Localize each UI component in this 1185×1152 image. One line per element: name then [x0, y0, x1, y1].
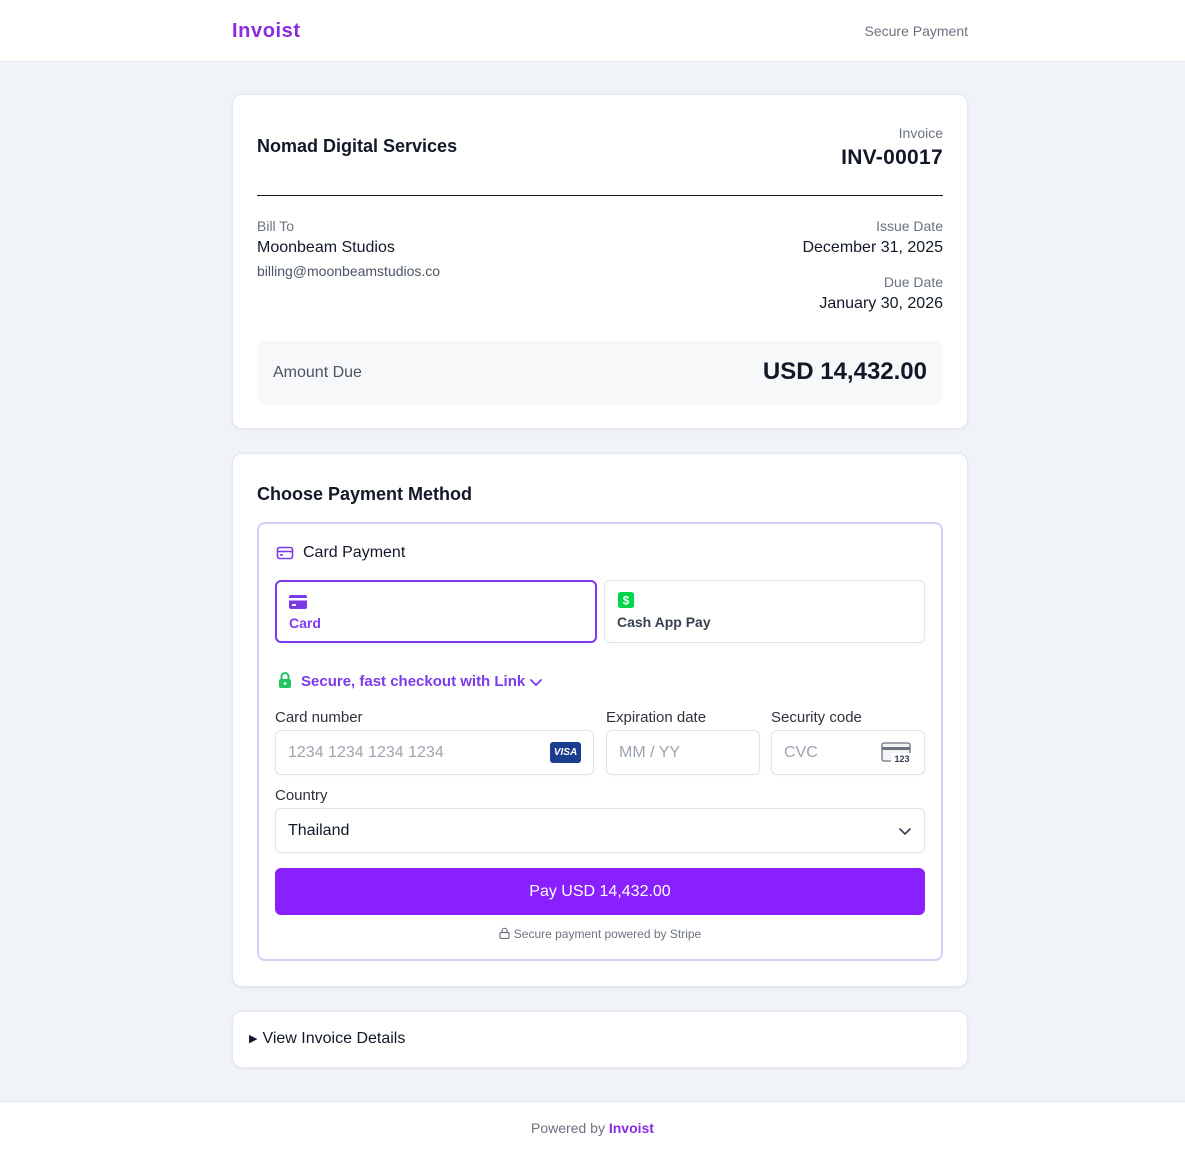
stripe-note: Secure payment powered by Stripe [259, 927, 941, 941]
credit-card-icon [276, 546, 294, 560]
view-invoice-details-label: View Invoice Details [262, 1030, 406, 1047]
footer-prefix: Powered by [531, 1120, 605, 1136]
card-payment-panel: Card Payment Card $ Cash App Pay Secure,… [257, 522, 943, 961]
card-icon [289, 595, 307, 609]
tab-card[interactable]: Card [275, 580, 597, 643]
tab-cash-app-pay[interactable]: $ Cash App Pay [604, 580, 925, 643]
invoice-summary-card: Nomad Digital Services Invoice INV-00017… [232, 94, 968, 429]
visa-icon: VISA [550, 742, 581, 763]
payment-method-card: Choose Payment Method Card Payment Card … [232, 453, 968, 987]
expiration-input[interactable]: MM / YY [606, 730, 760, 775]
security-code-input[interactable]: CVC 123 [771, 730, 925, 775]
card-payment-title: Card Payment [303, 544, 406, 561]
expiration-placeholder: MM / YY [619, 744, 681, 761]
country-value: Thailand [288, 822, 350, 839]
invoice-number: INV-00017 [841, 146, 943, 169]
amount-due-label: Amount Due [273, 364, 362, 381]
footer-text: Powered by Invoist [0, 1120, 1185, 1136]
invoice-details-card[interactable]: ▶ View Invoice Details [232, 1011, 968, 1068]
stripe-note-text: Secure payment powered by Stripe [513, 927, 702, 941]
amount-due-value: USD 14,432.00 [762, 358, 927, 385]
secure-payment-label: Secure Payment [864, 23, 969, 39]
country-select[interactable]: Thailand [275, 808, 925, 853]
header-divider [257, 195, 943, 196]
chevron-down-icon [899, 828, 911, 835]
company-name: Nomad Digital Services [257, 136, 458, 156]
top-bar: Invoist Secure Payment [0, 0, 1185, 62]
cvc-icon-text: 123 [894, 754, 909, 764]
issue-date-label: Issue Date [876, 218, 943, 234]
tab-card-label: Card [289, 615, 321, 631]
cvc-card-icon: 123 [881, 742, 912, 764]
payment-method-title: Choose Payment Method [257, 484, 473, 504]
bill-to-email: billing@moonbeamstudios.co [257, 263, 441, 279]
tab-cash-app-label: Cash App Pay [617, 614, 711, 630]
svg-text:$: $ [623, 595, 630, 607]
view-invoice-details-toggle[interactable]: ▶ View Invoice Details [249, 1030, 405, 1048]
bill-to-label: Bill To [257, 218, 295, 234]
brand-logo[interactable]: Invoist [232, 20, 301, 43]
chevron-down-icon [530, 679, 542, 686]
pay-button[interactable]: Pay USD 14,432.00 [275, 868, 925, 915]
lock-icon [279, 672, 291, 688]
due-date: January 30, 2026 [819, 295, 943, 312]
card-number-placeholder: 1234 1234 1234 1234 [288, 744, 444, 761]
cash-app-icon: $ [618, 592, 634, 608]
expiration-label: Expiration date [606, 709, 707, 726]
link-checkout-text: Secure, fast checkout with Link [301, 673, 526, 690]
footer-brand-link[interactable]: Invoist [609, 1120, 654, 1136]
bill-to-name: Moonbeam Studios [257, 239, 395, 256]
footer: Powered by Invoist [0, 1101, 1185, 1152]
due-date-label: Due Date [883, 274, 943, 290]
invoice-label: Invoice [898, 125, 943, 141]
issue-date: December 31, 2025 [802, 239, 943, 256]
triangle-right-icon: ▶ [249, 1033, 258, 1045]
security-code-placeholder: CVC [784, 744, 818, 761]
lock-icon [499, 927, 510, 939]
country-label: Country [275, 787, 328, 804]
amount-due-box: Amount Due USD 14,432.00 [257, 341, 943, 405]
security-code-label: Security code [771, 709, 862, 726]
card-number-input[interactable]: 1234 1234 1234 1234 VISA [275, 730, 594, 775]
card-number-label: Card number [275, 709, 363, 726]
